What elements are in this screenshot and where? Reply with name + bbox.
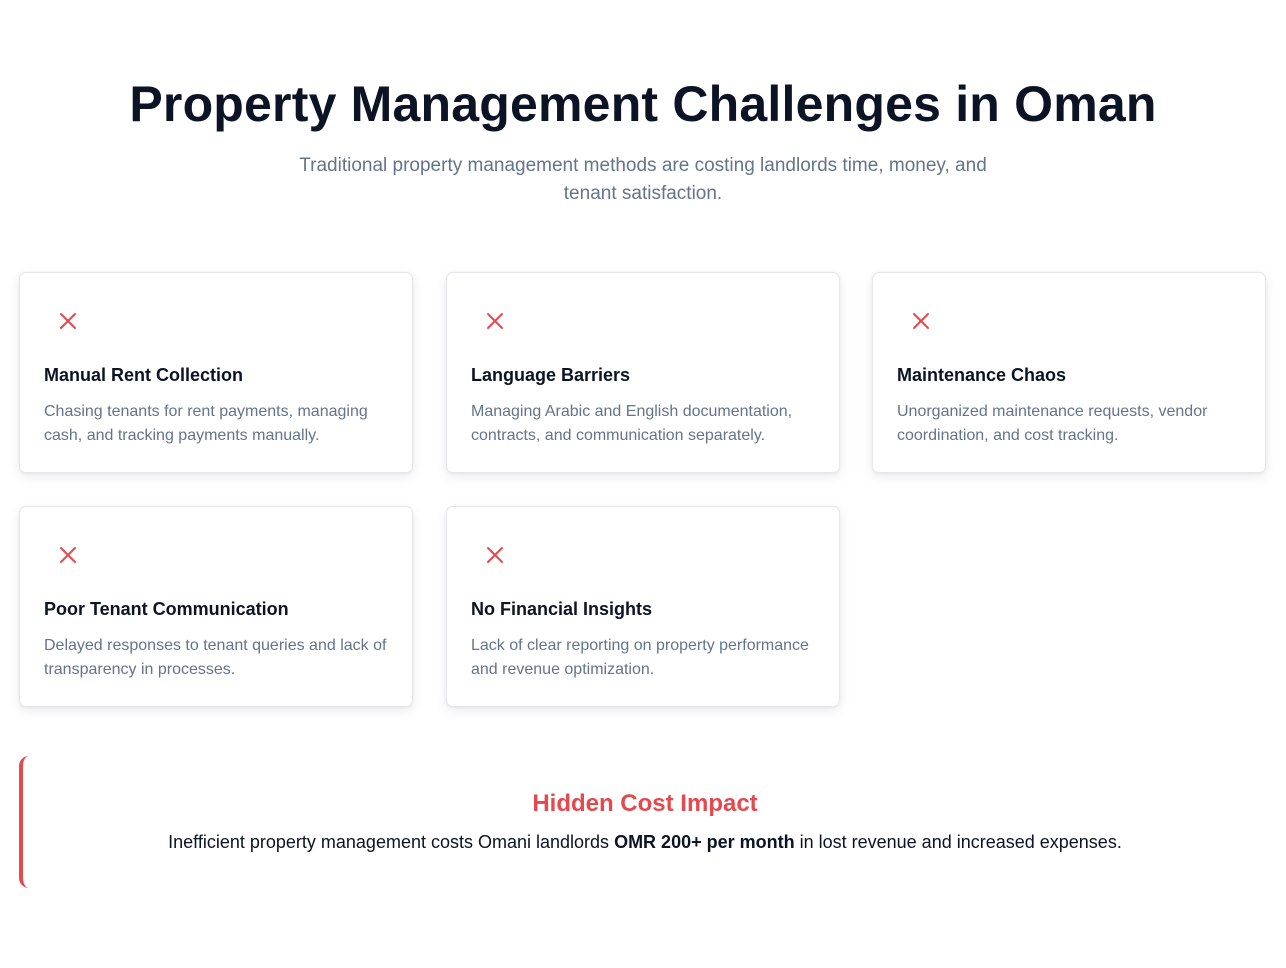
page-title: Property Management Challenges in Oman <box>129 76 1157 132</box>
hidden-cost-highlight: OMR 200+ per month <box>614 832 795 852</box>
hidden-cost-text-after: in lost revenue and increased expenses. <box>794 832 1122 852</box>
challenge-card-manual-rent-collection: Manual Rent Collection Chasing tenants f… <box>19 272 413 473</box>
challenge-card-maintenance-chaos: Maintenance Chaos Unorganized maintenanc… <box>872 272 1266 473</box>
challenge-card-poor-tenant-communication: Poor Tenant Communication Delayed respon… <box>19 506 413 707</box>
challenge-card-title: Language Barriers <box>471 365 631 385</box>
challenge-card-description: Chasing tenants for rent payments, manag… <box>44 403 368 444</box>
challenge-card-description: Delayed responses to tenant queries and … <box>44 637 387 678</box>
x-icon <box>911 311 931 331</box>
challenge-card-title: Manual Rent Collection <box>44 365 244 385</box>
challenge-card-description: Lack of clear reporting on property perf… <box>471 637 809 678</box>
challenge-card-language-barriers: Language Barriers Managing Arabic and En… <box>446 272 840 473</box>
x-icon <box>58 311 78 331</box>
challenge-card-title: Poor Tenant Communication <box>44 599 289 619</box>
hidden-cost-title: Hidden Cost Impact <box>532 790 758 817</box>
challenges-section: Property Management Challenges in Oman T… <box>0 0 1286 968</box>
x-icon <box>58 545 78 565</box>
x-icon <box>485 311 505 331</box>
challenge-card-no-financial-insights: No Financial Insights Lack of clear repo… <box>446 506 840 707</box>
page-subtitle: Traditional property management methods … <box>299 155 987 204</box>
x-icon <box>485 545 505 565</box>
challenge-card-title: Maintenance Chaos <box>897 365 1067 385</box>
challenge-card-description: Managing Arabic and English documentatio… <box>471 403 793 444</box>
hidden-cost-callout: Hidden Cost Impact Inefficient property … <box>19 756 1267 888</box>
hidden-cost-text-before: Inefficient property management costs Om… <box>168 832 615 852</box>
challenge-card-description: Unorganized maintenance requests, vendor… <box>897 403 1208 444</box>
hidden-cost-text: Inefficient property management costs Om… <box>23 830 1267 854</box>
challenge-card-title: No Financial Insights <box>471 599 653 619</box>
